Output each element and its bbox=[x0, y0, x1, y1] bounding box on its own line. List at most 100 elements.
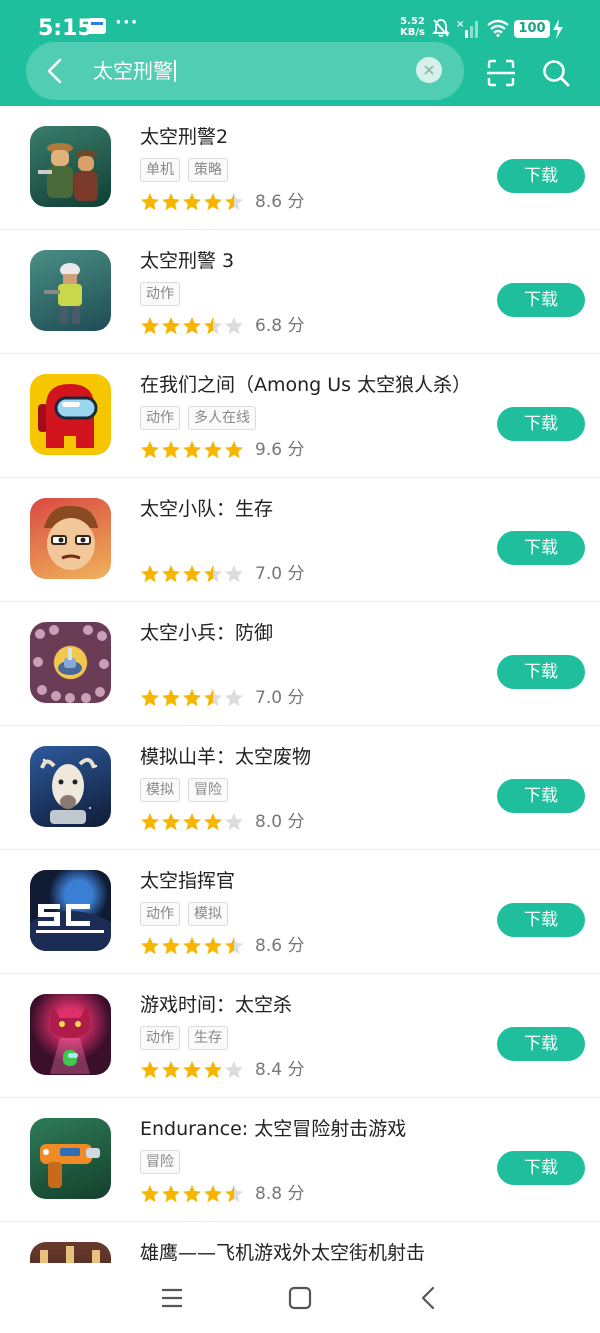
search-icon[interactable] bbox=[541, 58, 571, 88]
star-icon bbox=[204, 441, 222, 459]
search-results-list[interactable]: 太空刑警2 单机策略 8.6 分 下载 太空刑警 3 动作 6.8 分 下载 bbox=[0, 106, 600, 1263]
star-icon bbox=[225, 565, 243, 583]
list-item[interactable]: 太空指挥官 动作 模拟 8.6 分 下载 bbox=[0, 850, 600, 974]
star-icon bbox=[183, 813, 201, 831]
close-icon bbox=[424, 65, 434, 75]
app-name[interactable]: 太空刑警 3 bbox=[140, 246, 234, 273]
app-icon[interactable] bbox=[30, 622, 111, 703]
app-tags: 动作 模拟 bbox=[140, 902, 236, 926]
download-button[interactable]: 下载 bbox=[497, 283, 585, 317]
download-button[interactable]: 下载 bbox=[497, 159, 585, 193]
download-button[interactable]: 下载 bbox=[497, 1151, 585, 1185]
star-icon bbox=[141, 317, 159, 335]
app-score: 8.6 分 bbox=[255, 936, 305, 956]
recent-apps-icon[interactable] bbox=[160, 1287, 184, 1309]
app-icon[interactable] bbox=[30, 1242, 111, 1263]
app-icon[interactable] bbox=[30, 994, 111, 1075]
app-name[interactable]: 太空刑警2 bbox=[140, 122, 228, 149]
app-score: 7.0 分 bbox=[255, 564, 305, 584]
app-name[interactable]: 游戏时间：太空杀 bbox=[140, 990, 292, 1017]
app-tag: 生存 bbox=[188, 1026, 228, 1050]
download-button[interactable]: 下载 bbox=[497, 1027, 585, 1061]
star-icon bbox=[141, 193, 159, 211]
app-name[interactable]: 太空小队：生存 bbox=[140, 494, 273, 521]
list-item[interactable]: 雄鹰——飞机游戏外太空街机射击 bbox=[0, 1222, 600, 1263]
app-icon[interactable] bbox=[30, 498, 111, 579]
list-item[interactable]: Endurance: 太空冒险射击游戏 冒险 8.8 分 下载 bbox=[0, 1098, 600, 1222]
star-icon bbox=[225, 813, 243, 831]
app-name[interactable]: Endurance: 太空冒险射击游戏 bbox=[140, 1114, 406, 1141]
star-rating bbox=[140, 812, 245, 831]
download-button[interactable]: 下载 bbox=[497, 903, 585, 937]
app-tag: 动作 bbox=[140, 1026, 180, 1050]
star-icon bbox=[162, 565, 180, 583]
star-icon bbox=[183, 317, 201, 335]
signal-icon: × bbox=[456, 19, 478, 38]
app-name[interactable]: 模拟山羊：太空废物 bbox=[140, 742, 311, 769]
app-rating: 8.4 分 bbox=[140, 1060, 304, 1080]
star-icon bbox=[225, 937, 243, 955]
app-rating: 8.0 分 bbox=[140, 812, 304, 832]
app-score: 8.6 分 bbox=[255, 192, 305, 212]
list-item[interactable]: 太空刑警 3 动作 6.8 分 下载 bbox=[0, 230, 600, 354]
star-icon bbox=[225, 441, 243, 459]
network-speed: 5.52 KB/s bbox=[400, 16, 425, 38]
search-query: 太空刑警 bbox=[93, 59, 173, 83]
star-icon bbox=[204, 565, 222, 583]
app-name[interactable]: 雄鹰——飞机游戏外太空街机射击 bbox=[140, 1238, 425, 1263]
list-item[interactable]: 游戏时间：太空杀 动作 生存 8.4 分 下载 bbox=[0, 974, 600, 1098]
star-icon bbox=[225, 689, 243, 707]
star-rating bbox=[140, 1060, 245, 1079]
star-icon bbox=[225, 1061, 243, 1079]
star-rating bbox=[140, 440, 245, 459]
search-box[interactable] bbox=[26, 42, 464, 100]
star-icon bbox=[162, 193, 180, 211]
download-button[interactable]: 下载 bbox=[497, 655, 585, 689]
star-rating bbox=[140, 688, 245, 707]
status-bar: 5:15 ··· 5.52 KB/s × 100 bbox=[0, 0, 600, 41]
app-icon[interactable] bbox=[30, 870, 111, 951]
star-icon bbox=[204, 193, 222, 211]
app-tag: 单机 bbox=[140, 158, 180, 182]
app-name[interactable]: 太空指挥官 bbox=[140, 866, 235, 893]
download-button[interactable]: 下载 bbox=[497, 531, 585, 565]
star-icon bbox=[225, 1185, 243, 1203]
home-icon[interactable] bbox=[288, 1286, 312, 1310]
app-score: 8.0 分 bbox=[255, 812, 305, 832]
scan-icon[interactable] bbox=[486, 58, 516, 88]
download-button[interactable]: 下载 bbox=[497, 779, 585, 813]
app-icon[interactable] bbox=[30, 250, 111, 331]
network-speed-value: 5.52 bbox=[400, 16, 425, 27]
search-input[interactable]: 太空刑警 bbox=[93, 58, 176, 84]
list-item[interactable]: 太空小兵：防御 7.0 分 下载 bbox=[0, 602, 600, 726]
star-icon bbox=[225, 193, 243, 211]
list-item[interactable]: 太空小队：生存 7.0 分 下载 bbox=[0, 478, 600, 602]
list-item[interactable]: 在我们之间（Among Us 太空狼人杀） 动作 多人在线 9.6 分 下载 bbox=[0, 354, 600, 478]
app-icon[interactable] bbox=[30, 374, 111, 455]
app-tags: 冒险 bbox=[140, 1150, 188, 1174]
app-icon[interactable] bbox=[30, 1118, 111, 1199]
star-rating bbox=[140, 564, 245, 583]
star-icon bbox=[162, 1061, 180, 1079]
top-app-bar: 5:15 ··· 5.52 KB/s × 100 太空刑警 bbox=[0, 0, 600, 106]
system-navigation-bar bbox=[0, 1263, 600, 1333]
star-icon bbox=[183, 1061, 201, 1079]
download-button[interactable]: 下载 bbox=[497, 407, 585, 441]
app-icon[interactable] bbox=[30, 746, 111, 827]
list-item[interactable]: 模拟山羊：太空废物 模拟 冒险 8.0 分 下载 bbox=[0, 726, 600, 850]
app-tag: 冒险 bbox=[140, 1150, 180, 1174]
app-rating: 8.8 分 bbox=[140, 1184, 304, 1204]
app-icon[interactable] bbox=[30, 126, 111, 207]
app-tag: 动作 bbox=[140, 282, 180, 306]
star-rating bbox=[140, 316, 245, 335]
star-icon bbox=[204, 317, 222, 335]
list-item[interactable]: 太空刑警2 单机 策略 8.6 分 下载 bbox=[0, 106, 600, 230]
chevron-left-icon[interactable] bbox=[38, 54, 72, 88]
app-name[interactable]: 在我们之间（Among Us 太空狼人杀） bbox=[140, 370, 471, 397]
back-icon[interactable] bbox=[418, 1285, 438, 1311]
text-caret bbox=[174, 60, 176, 82]
app-score: 9.6 分 bbox=[255, 440, 305, 460]
clear-search-button[interactable] bbox=[416, 57, 442, 83]
app-name[interactable]: 太空小兵：防御 bbox=[140, 618, 273, 645]
mute-icon bbox=[432, 19, 450, 37]
